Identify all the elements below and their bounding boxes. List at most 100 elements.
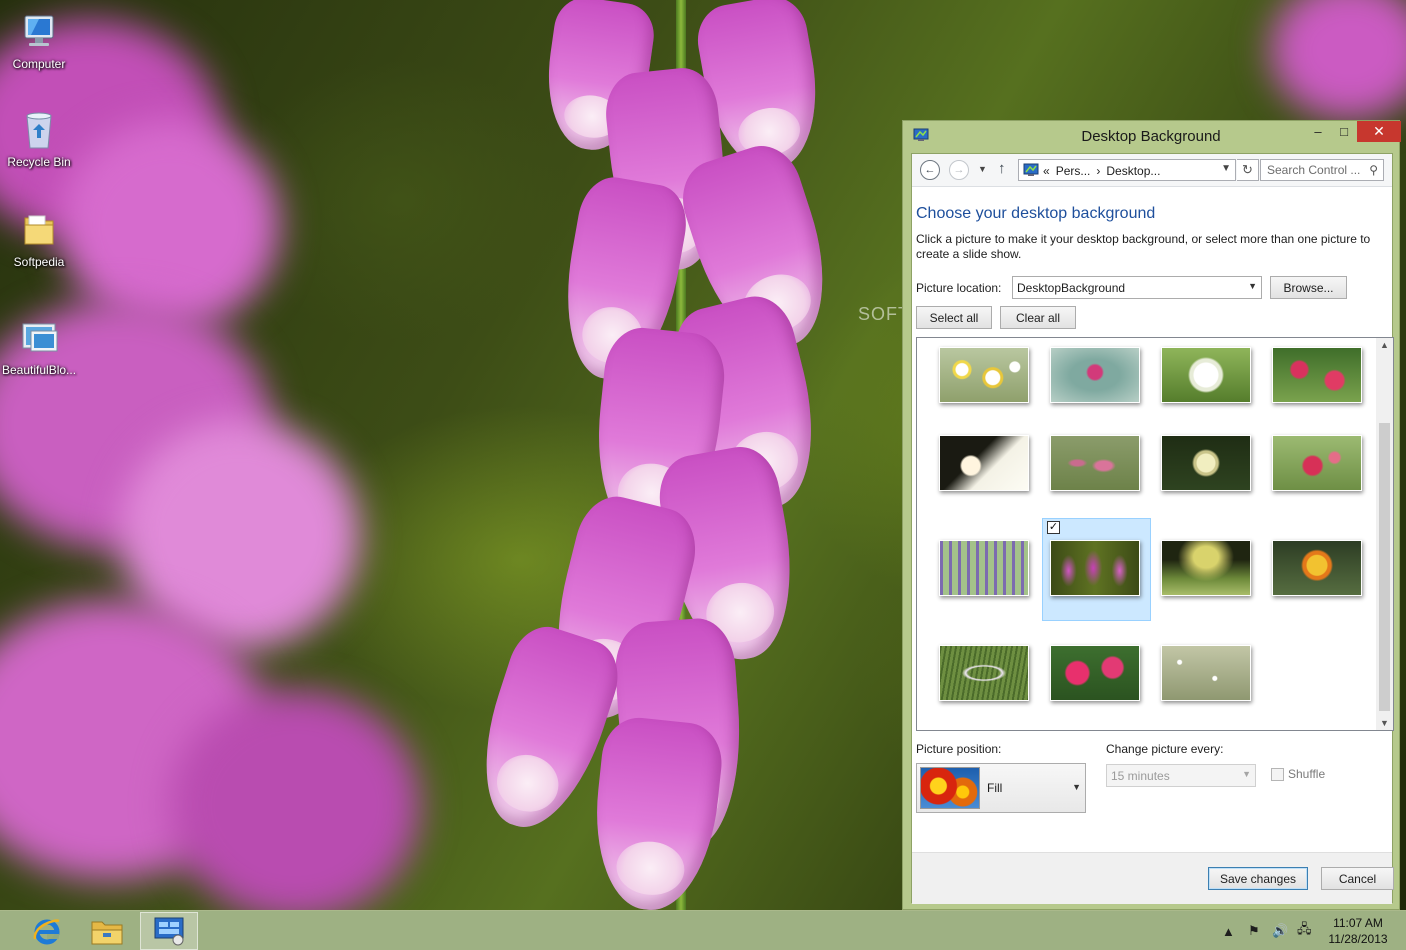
navigation-bar: ← → ▼ ↑ « Pers... › Desktop... ▼ ↻ ⚲ xyxy=(912,154,1392,187)
picture-grid: ✓ ▲ ▼ xyxy=(916,337,1394,731)
page-description: Click a picture to make it your desktop … xyxy=(916,232,1371,261)
position-preview-image xyxy=(920,767,980,809)
search-icon: ⚲ xyxy=(1369,163,1378,177)
minimize-button[interactable]: – xyxy=(1305,121,1331,142)
taskbar-file-explorer[interactable] xyxy=(78,912,136,950)
control-panel-icon xyxy=(1023,163,1039,176)
recycle-bin-icon xyxy=(17,108,61,152)
change-interval-dropdown[interactable]: 15 minutes ▼ xyxy=(1106,764,1256,787)
control-panel-icon xyxy=(154,917,184,946)
chevron-down-icon: ▼ xyxy=(1242,769,1251,779)
internet-explorer-icon xyxy=(33,919,60,945)
taskbar-clock[interactable]: 11:07 AM 11/28/2013 xyxy=(1320,915,1396,947)
picture-position-value: Fill xyxy=(987,781,1003,795)
picture-thumbnail[interactable] xyxy=(1272,347,1362,403)
desktop-icon-label: Recycle Bin xyxy=(7,155,71,169)
file-explorer-icon xyxy=(91,921,123,945)
refresh-icon: ↻ xyxy=(1242,162,1253,177)
picture-position-label: Picture position: xyxy=(916,742,1002,756)
search-input[interactable] xyxy=(1261,160,1361,180)
wallpaper-blur xyxy=(60,120,280,330)
clock-date: 11/28/2013 xyxy=(1328,932,1388,946)
title-bar[interactable]: Desktop Background – □ ✕ xyxy=(903,121,1401,153)
picture-thumbnail[interactable] xyxy=(1272,540,1362,596)
browse-button[interactable]: Browse... xyxy=(1270,276,1347,299)
foxglove-bell xyxy=(586,714,726,910)
forward-button[interactable]: → xyxy=(949,160,969,180)
picture-thumbnail[interactable] xyxy=(1050,645,1140,701)
taskbar-internet-explorer[interactable] xyxy=(18,912,76,950)
picture-thumbnail[interactable] xyxy=(1161,645,1251,701)
breadcrumb-overflow[interactable]: « xyxy=(1043,164,1050,178)
tray-action-center[interactable]: ⚑ xyxy=(1248,911,1260,950)
breadcrumb-separator-icon: › xyxy=(1096,164,1101,178)
picture-thumbnail[interactable] xyxy=(1050,347,1140,403)
vertical-scrollbar[interactable]: ▲ ▼ xyxy=(1376,338,1393,730)
window-content: ← → ▼ ↑ « Pers... › Desktop... ▼ ↻ ⚲ Choose… xyxy=(911,153,1394,904)
picture-location-label: Picture location: xyxy=(916,281,1002,295)
back-button[interactable]: ← xyxy=(920,160,940,180)
picture-thumbnail[interactable] xyxy=(1050,435,1140,491)
chevron-down-icon: ▼ xyxy=(978,164,987,174)
picture-thumbnail[interactable] xyxy=(939,645,1029,701)
tray-overflow-button[interactable]: ▲ xyxy=(1222,911,1235,950)
shuffle-label: Shuffle xyxy=(1288,767,1326,781)
clock-time: 11:07 AM xyxy=(1333,916,1383,930)
desktop-icon-theme-pack[interactable]: BeautifulBlo... xyxy=(2,316,76,377)
picture-thumbnail[interactable] xyxy=(939,435,1029,491)
scroll-up-icon[interactable]: ▲ xyxy=(1380,340,1389,350)
arrow-up-icon: ↑ xyxy=(998,160,1006,177)
folder-icon xyxy=(17,208,61,252)
picture-location-dropdown[interactable]: DesktopBackground ▼ xyxy=(1012,276,1262,299)
flag-icon: ⚑ xyxy=(1248,923,1260,938)
picture-thumbnail[interactable] xyxy=(1050,540,1140,596)
change-interval-value: 15 minutes xyxy=(1111,769,1170,783)
breadcrumb-item-desktop-background[interactable]: Desktop... xyxy=(1106,164,1160,178)
breadcrumb: « Pers... › Desktop... xyxy=(1043,164,1166,178)
page-title: Choose your desktop background xyxy=(916,205,1156,222)
clear-all-button[interactable]: Clear all xyxy=(1000,306,1076,329)
search-box[interactable]: ⚲ xyxy=(1260,159,1384,181)
checkbox-box[interactable] xyxy=(1271,767,1284,781)
picture-thumbnail[interactable] xyxy=(1161,435,1251,491)
picture-thumbnail[interactable] xyxy=(939,347,1029,403)
desktop-icon-label: Softpedia xyxy=(13,255,65,269)
desktop-icon-recycle-bin[interactable]: Recycle Bin xyxy=(2,108,76,169)
change-interval-label: Change picture every: xyxy=(1106,742,1224,756)
shuffle-checkbox[interactable]: Shuffle xyxy=(1271,767,1325,781)
tray-network[interactable]: 🖧 xyxy=(1297,911,1312,950)
arrow-left-icon: ← xyxy=(924,164,936,176)
theme-pack-icon xyxy=(17,316,61,360)
network-icon: 🖧 xyxy=(1297,921,1312,936)
picture-thumbnail[interactable] xyxy=(1161,347,1251,403)
desktop-icon-computer[interactable]: Computer xyxy=(2,10,76,71)
recent-locations-button[interactable]: ▼ xyxy=(978,164,987,174)
maximize-button[interactable]: □ xyxy=(1331,121,1357,142)
picture-thumbnail[interactable] xyxy=(1272,435,1362,491)
save-changes-button[interactable]: Save changes xyxy=(1208,867,1308,890)
chevron-down-icon: ▼ xyxy=(1248,281,1257,291)
breadcrumb-item-personalization[interactable]: Pers... xyxy=(1056,164,1091,178)
close-button[interactable]: ✕ xyxy=(1357,121,1401,142)
scroll-down-icon[interactable]: ▼ xyxy=(1380,718,1389,728)
picture-thumbnail[interactable] xyxy=(939,540,1029,596)
picture-checkbox[interactable]: ✓ xyxy=(1047,521,1060,534)
desktop-icon-label: BeautifulBlo... xyxy=(2,363,77,377)
tray-volume[interactable]: 🔊 xyxy=(1272,911,1288,950)
chevron-up-icon: ▲ xyxy=(1222,923,1235,939)
refresh-button[interactable]: ↻ xyxy=(1237,159,1259,181)
chevron-down-icon: ▼ xyxy=(1072,782,1081,792)
cancel-button[interactable]: Cancel xyxy=(1321,867,1394,890)
scrollbar-thumb[interactable] xyxy=(1379,423,1390,711)
select-all-button[interactable]: Select all xyxy=(916,306,992,329)
wallpaper-blur xyxy=(1270,0,1406,120)
desktop-background-window: Desktop Background – □ ✕ ← → ▼ ↑ « Pers..… xyxy=(902,120,1401,910)
picture-thumbnail[interactable] xyxy=(1161,540,1251,596)
address-bar[interactable]: « Pers... › Desktop... ▼ xyxy=(1018,159,1236,181)
address-dropdown-icon[interactable]: ▼ xyxy=(1221,163,1231,174)
computer-icon xyxy=(17,10,61,54)
up-button[interactable]: ↑ xyxy=(998,160,1006,177)
taskbar-control-panel[interactable] xyxy=(140,912,198,950)
desktop-icon-softpedia[interactable]: Softpedia xyxy=(2,208,76,269)
picture-position-dropdown[interactable]: Fill ▼ xyxy=(916,763,1086,813)
